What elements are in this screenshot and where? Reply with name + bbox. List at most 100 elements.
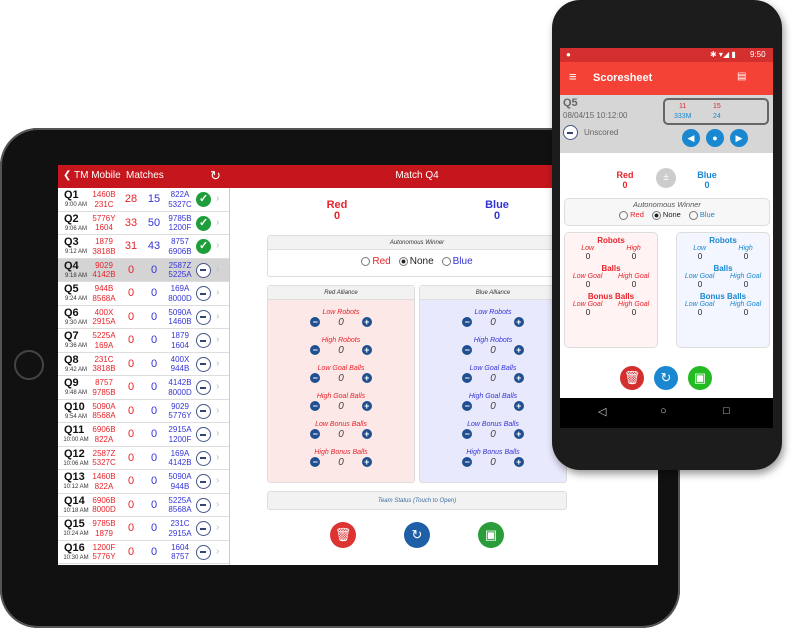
reset-button[interactable]: ↻ [654,366,678,390]
unscored-icon [196,286,211,301]
counter: Low Bonus Balls − 0 + [268,421,414,440]
red-score: 0 [622,180,628,190]
plus-button[interactable]: + [361,317,372,327]
minus-button[interactable]: − [310,457,321,467]
delete-button[interactable]: 🗑 [330,522,356,548]
counter-label: Low Bonus Balls [315,421,367,428]
minus-button[interactable]: − [462,457,473,467]
plus-button[interactable]: + [513,457,524,467]
plus-button[interactable]: + [513,373,524,383]
blue-teams: 1879 1604 [164,331,196,350]
home-icon[interactable]: ○ [660,405,667,417]
field-label: Low Goal [684,273,715,280]
delete-button[interactable]: 🗑 [620,366,644,390]
match-row[interactable]: Q4 9:18 AM 9029 4142B 0 0 2587Z 5225A › [58,258,229,282]
home-button[interactable] [14,350,44,380]
save-button[interactable]: ▣ [688,366,712,390]
next-button[interactable]: ▶ [730,129,748,147]
refresh-icon[interactable]: ↻ [210,168,221,184]
team-status-button[interactable]: Team Status (Touch to Open) [267,491,567,510]
auto-option-blue[interactable]: Blue [441,256,473,267]
blue-score: 0 [704,180,710,190]
minus-button[interactable]: − [462,401,473,411]
radio-icon [651,210,661,220]
auto-option-none[interactable]: None [398,256,434,267]
match-row[interactable]: Q1 9:00 AM 1460B231C 28 15 822A5327C › [58,188,229,212]
plus-button[interactable]: + [513,345,524,355]
plus-button[interactable]: + [361,345,372,355]
match-row[interactable]: Q6 9:30 AM 400X 2915A 0 0 5090A 1460B › [58,306,229,329]
mini-scoreboard[interactable]: 11 15 333M 24 [663,98,769,125]
chevron-right-icon: › [216,240,220,251]
minus-button[interactable]: − [310,373,321,383]
match-number: Q14 [64,494,85,507]
counter: High Bonus Balls − 0 + [420,449,566,468]
plus-button[interactable]: + [513,401,524,411]
minus-button[interactable]: − [310,317,321,327]
autonomous-title: Autonomous Winner [633,200,701,209]
red-team: 822A [94,434,114,444]
plus-button[interactable]: + [361,401,372,411]
minus-button[interactable]: − [310,401,321,411]
plus-button[interactable]: + [361,457,372,467]
chevron-right-icon: › [216,263,220,275]
red-teams: 231C 3818B [88,355,120,374]
match-row[interactable]: Q3 9:12 AM 18793818B 31 43 87576906B › [58,235,229,259]
recents-icon[interactable]: □ [723,405,730,417]
match-row[interactable]: Q2 9:06 AM 5776Y1604 33 50 9785B1200F › [58,212,229,235]
match-row[interactable]: Q5 9:24 AM 944B 8568A 0 0 169A 8000D › [58,282,229,306]
back-button[interactable]: ❮ TM Mobile [63,170,121,181]
red-score: 0 [127,357,135,370]
match-row[interactable]: Q11 10:00 AM 6906B 822A 0 0 2915A 1200F › [58,423,229,447]
plus-button[interactable]: + [513,317,524,327]
minus-button[interactable]: − [462,345,473,355]
previous-button[interactable]: ◀ [682,129,700,147]
minus-button[interactable]: − [462,429,473,439]
blue-team: 231C [170,519,190,528]
plus-minus-icon[interactable]: ± [656,168,676,188]
minus-button[interactable]: − [462,317,473,327]
autonomous-winner-box: Autonomous Winner Red None Blue [267,235,567,277]
match-row[interactable]: Q10 9:54 AM 5090A 8568A 0 0 9029 5776Y › [58,400,229,423]
minus-button[interactable]: − [310,429,321,439]
radio-icon [688,210,698,220]
match-number: Q15 [64,518,85,530]
match-row[interactable]: Q16 10:30 AM 1200F 5776Y 0 0 1604 8757 › [58,541,229,564]
counter-label: Low Robots [474,309,512,316]
field-label: High Goal [618,301,650,308]
match-row[interactable]: Q14 10:18 AM 6906B 8000D 0 0 5225A 8568A › [58,494,229,517]
match-row[interactable]: Q15 10:24 AM 9785B 1879 0 0 231C 2915A › [58,517,229,541]
plus-button[interactable]: + [361,373,372,383]
current-button[interactable]: ● [706,129,724,147]
blue-team: 8757 [171,237,189,246]
match-number: Q8 [64,353,79,366]
match-info: Q5 08/04/15 10:12:00 Unscored 11 15 333M… [560,95,773,153]
blue-teams: 9029 5776Y [164,402,196,421]
auto-option-blue[interactable]: Blue [688,210,715,220]
plus-button[interactable]: + [513,429,524,439]
match-row[interactable]: Q8 9:42 AM 231C 3818B 0 0 400X 944B › [58,353,229,376]
counter: Low Robots − 0 + [420,309,566,328]
match-row[interactable]: Q9 9:48 AM 8757 9785B 0 0 4142B 8000D › [58,376,229,400]
list-icon[interactable]: ▤ [737,71,746,82]
blue-team: 5225A [168,495,192,505]
reset-button[interactable]: ↻ [404,522,430,548]
red-team: 1879 [95,237,113,246]
minus-button[interactable]: − [462,373,473,383]
menu-icon[interactable]: ≡ [569,69,577,84]
clock: 9:50 [750,50,766,59]
auto-option-red[interactable]: Red [361,256,391,267]
minus-button[interactable]: − [310,345,321,355]
mini-red-team: 333M [674,113,692,120]
auto-option-red[interactable]: Red [619,210,644,220]
save-button[interactable]: ▣ [478,522,504,548]
auto-option-label: Red [372,256,391,267]
match-row[interactable]: Q7 9:36 AM 5225A 169A 0 0 1879 1604 › [58,329,229,353]
back-icon[interactable]: ◁ [598,405,606,418]
match-row[interactable]: Q13 10:12 AM 1460B 822A 0 0 5090A 944B › [58,470,229,494]
match-row[interactable]: Q12 10:06 AM 2587Z 5327C 0 0 169A 4142B › [58,447,229,470]
blue-team: 8757 [171,552,189,561]
unscored-icon [196,521,211,536]
auto-option-none[interactable]: None [651,210,681,220]
plus-button[interactable]: + [361,429,372,439]
